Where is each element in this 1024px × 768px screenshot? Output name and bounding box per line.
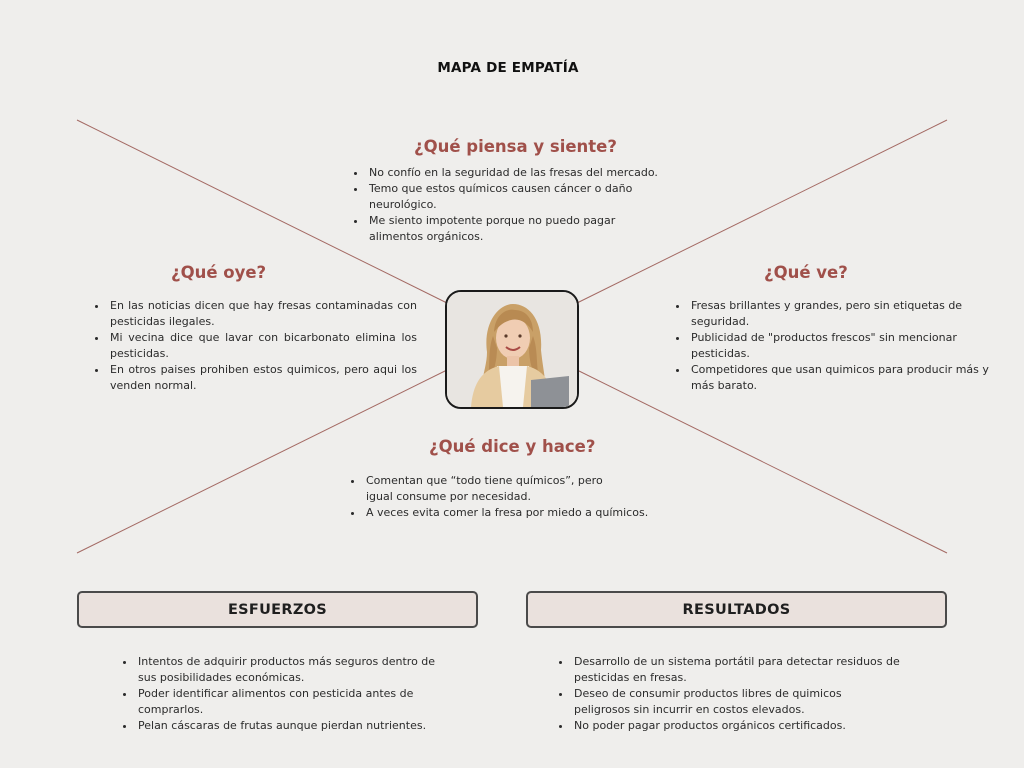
heading-says-does: ¿Qué dice y hace? <box>429 437 596 456</box>
results-header: RESULTADOS <box>526 591 947 628</box>
list-says-does: Comentan que “todo tiene químicos”, pero… <box>346 473 684 521</box>
list-sees: Fresas brillantes y grandes, pero sin et… <box>671 298 989 394</box>
list-item: Competidores que usan quimicos para prod… <box>689 362 989 394</box>
list-item: En otros paises prohiben estos quimicos,… <box>108 362 417 394</box>
list-item: Me siento impotente porque no puedo paga… <box>367 213 637 245</box>
list-results: Desarrollo de un sistema portátil para d… <box>554 654 942 734</box>
list-item: A veces evita comer la fresa por miedo a… <box>364 505 684 521</box>
list-item: Fresas brillantes y grandes, pero sin et… <box>689 298 989 330</box>
heading-thinks-feels: ¿Qué piensa y siente? <box>414 137 617 156</box>
list-item: Poder identificar alimentos con pesticid… <box>136 686 456 718</box>
list-item: Temo que estos químicos causen cáncer o … <box>367 181 637 213</box>
list-item: No poder pagar productos orgánicos certi… <box>572 718 942 734</box>
list-item: Comentan que “todo tiene químicos”, pero… <box>364 473 606 505</box>
list-hears: En las noticias dicen que hay fresas con… <box>90 298 417 394</box>
list-efforts: Intentos de adquirir productos más segur… <box>118 654 456 734</box>
list-item: Publicidad de "productos frescos" sin me… <box>689 330 989 362</box>
list-thinks-feels: No confío en la seguridad de las fresas … <box>349 165 697 245</box>
list-item: Deseo de consumir productos libres de qu… <box>572 686 874 718</box>
line-bottom-left <box>76 369 448 554</box>
list-item: En las noticias dicen que hay fresas con… <box>108 298 417 330</box>
list-item: Intentos de adquirir productos más segur… <box>136 654 456 686</box>
list-item: Desarrollo de un sistema portátil para d… <box>572 654 942 686</box>
list-item: Pelan cáscaras de frutas aunque pierdan … <box>136 718 456 734</box>
list-item: Mi vecina dice que lavar con bicarbonato… <box>108 330 417 362</box>
woman-portrait-icon <box>447 292 577 407</box>
persona-avatar <box>445 290 579 409</box>
line-bottom-right <box>576 369 948 554</box>
list-item: No confío en la seguridad de las fresas … <box>367 165 669 181</box>
heading-hears: ¿Qué oye? <box>171 263 267 282</box>
efforts-header: ESFUERZOS <box>77 591 478 628</box>
heading-sees: ¿Qué ve? <box>764 263 848 282</box>
